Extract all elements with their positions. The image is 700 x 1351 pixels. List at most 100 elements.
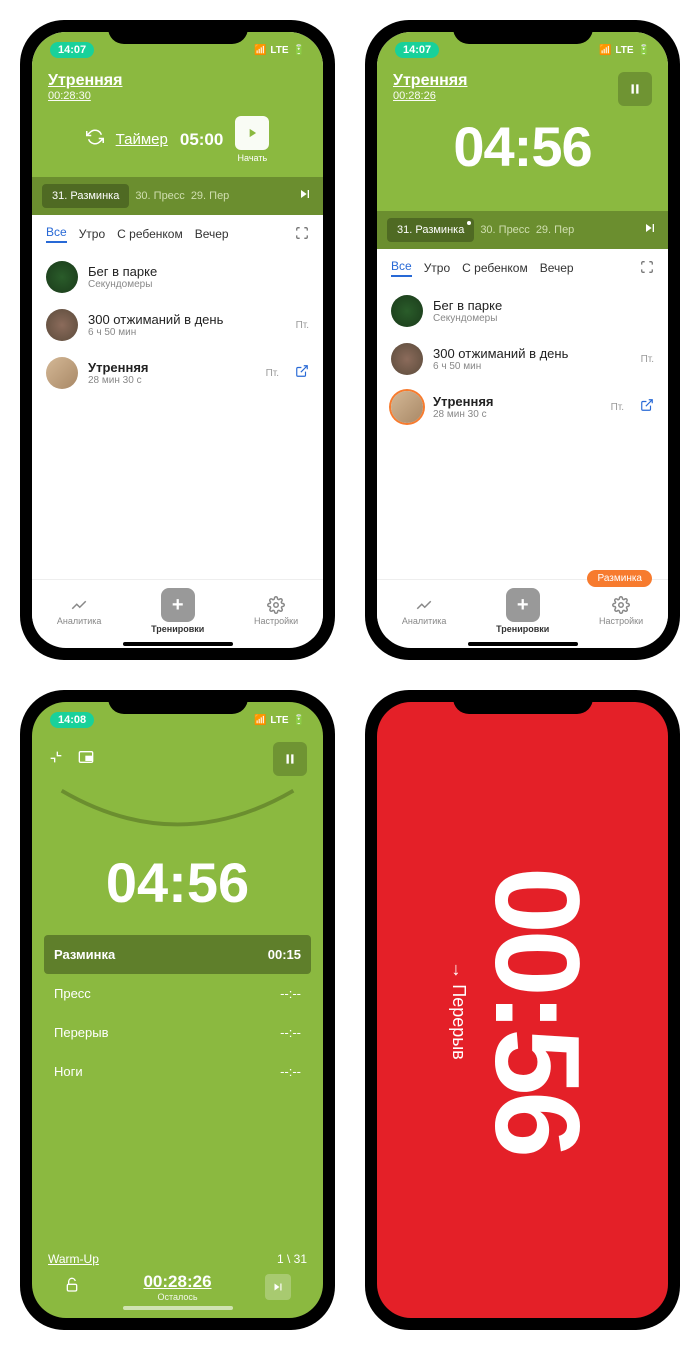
- timer-label[interactable]: Таймер: [116, 131, 168, 148]
- filter-child[interactable]: С ребенком: [117, 227, 183, 241]
- nav-settings[interactable]: Настройки: [254, 596, 298, 626]
- remaining-time: 00:28:26: [143, 1272, 211, 1292]
- list-item[interactable]: 300 отжиманий в день 6 ч 50 мин Пт.: [32, 301, 323, 349]
- notch: [108, 690, 248, 714]
- phone-1: 14:07 📶 LTE 🔋 Утренняя 00:28:30 Таймер 0…: [20, 20, 335, 660]
- rest-screen[interactable]: 00:56 → Перерыв: [377, 702, 668, 1318]
- filter-morning[interactable]: Утро: [424, 261, 450, 275]
- add-button[interactable]: +: [161, 588, 195, 622]
- status-time: 14:07: [395, 42, 439, 58]
- exercise-row[interactable]: Разминка 00:15: [44, 935, 311, 974]
- item-meta: Пт.: [266, 368, 279, 379]
- exercise-row[interactable]: Перерыв --:--: [44, 1013, 311, 1052]
- open-icon[interactable]: [295, 364, 309, 383]
- notch: [453, 690, 593, 714]
- tab-3[interactable]: 29. Пер: [536, 224, 575, 236]
- tab-active[interactable]: 31. Разминка: [387, 218, 474, 242]
- signal-icon: 📶: [254, 715, 266, 726]
- list-item[interactable]: Утренняя 28 мин 30 с Пт.: [377, 383, 668, 431]
- filter-evening[interactable]: Вечер: [540, 261, 574, 275]
- exercise-name: Ноги: [54, 1064, 83, 1079]
- list-item[interactable]: Утренняя 28 мин 30 с Пт.: [32, 349, 323, 397]
- nav-analytics[interactable]: Аналитика: [402, 596, 447, 626]
- exercise-row[interactable]: Ноги --:--: [44, 1052, 311, 1091]
- item-sub: 28 мин 30 с: [88, 375, 256, 386]
- exercise-time: --:--: [280, 1025, 301, 1040]
- next-exercise: → Перерыв: [448, 867, 469, 1154]
- exercise-list: Разминка 00:15 Пресс --:-- Перерыв --:--…: [32, 935, 323, 1091]
- list-item[interactable]: Бег в парке Секундомеры: [377, 287, 668, 335]
- exercise-name: Перерыв: [54, 1025, 109, 1040]
- tab-3[interactable]: 29. Пер: [191, 190, 230, 202]
- fullscreen-icon[interactable]: [295, 226, 309, 243]
- status-time: 14:08: [50, 712, 94, 728]
- filter-all[interactable]: Все: [391, 259, 412, 277]
- workout-title[interactable]: Утренняя: [48, 72, 307, 90]
- tab-2[interactable]: 30. Пресс: [135, 190, 185, 202]
- exercise-name: Пресс: [54, 986, 91, 1001]
- nav-analytics[interactable]: Аналитика: [57, 596, 102, 626]
- exercise-time: --:--: [280, 986, 301, 1001]
- home-indicator[interactable]: [123, 1306, 233, 1310]
- nav-settings[interactable]: Настройки: [599, 596, 643, 626]
- workout-header: Утренняя 00:28:30 Таймер 05:00 Начать: [32, 68, 323, 177]
- nav-workouts[interactable]: + Тренировки: [151, 588, 204, 634]
- filter-bar: Все Утро С ребенком Вечер: [32, 215, 323, 253]
- exercise-tabs: 31. Разминка 30. Пресс 29. Пер: [377, 211, 668, 249]
- list-item[interactable]: Бег в парке Секундомеры: [32, 253, 323, 301]
- status-indicators: 📶 LTE 🔋: [599, 45, 650, 56]
- lock-icon[interactable]: [64, 1277, 80, 1298]
- tab-2[interactable]: 30. Пресс: [480, 224, 530, 236]
- nav-workouts[interactable]: + Тренировки: [496, 588, 549, 634]
- filter-evening[interactable]: Вечер: [195, 227, 229, 241]
- item-title: Утренняя: [88, 360, 256, 375]
- play-button[interactable]: [235, 116, 269, 150]
- item-title: Утренняя: [433, 394, 601, 409]
- filter-morning[interactable]: Утро: [79, 227, 105, 241]
- play-label: Начать: [238, 153, 268, 163]
- home-indicator[interactable]: [123, 642, 233, 646]
- skip-forward-icon[interactable]: [297, 186, 313, 207]
- workout-duration[interactable]: 00:28:30: [48, 90, 307, 102]
- exercise-time: --:--: [280, 1064, 301, 1079]
- item-title: 300 отжиманий в день: [88, 312, 286, 327]
- filter-child[interactable]: С ребенком: [462, 261, 528, 275]
- bottom-nav: Разминка Аналитика + Тренировки Настройк…: [377, 579, 668, 638]
- active-badge[interactable]: Разминка: [587, 570, 652, 587]
- battery-icon: 🔋: [293, 715, 305, 726]
- item-sub: 28 мин 30 с: [433, 409, 601, 420]
- open-icon[interactable]: [640, 398, 654, 417]
- fullscreen-icon[interactable]: [640, 260, 654, 277]
- bottom-nav: Аналитика + Тренировки Настройки: [32, 579, 323, 638]
- item-title: Бег в парке: [88, 264, 309, 279]
- item-sub: 6 ч 50 мин: [433, 361, 631, 372]
- picture-in-picture-icon[interactable]: [78, 749, 94, 770]
- workout-header: Утренняя 00:28:26 04:56: [377, 68, 668, 211]
- pause-button[interactable]: [273, 742, 307, 776]
- add-button[interactable]: +: [506, 588, 540, 622]
- workout-duration[interactable]: 00:28:26: [393, 90, 467, 102]
- minimize-icon[interactable]: [48, 749, 64, 770]
- list-item[interactable]: 300 отжиманий в день 6 ч 50 мин Пт.: [377, 335, 668, 383]
- home-indicator[interactable]: [468, 642, 578, 646]
- refresh-icon[interactable]: [86, 128, 104, 151]
- phone-4: 00:56 → Перерыв: [365, 690, 680, 1330]
- notch: [453, 20, 593, 44]
- status-indicators: 📶 LTE 🔋: [254, 715, 305, 726]
- countdown-timer: 04:56: [393, 106, 652, 197]
- avatar: [391, 343, 423, 375]
- rest-timer: 00:56: [477, 867, 597, 1154]
- filter-all[interactable]: Все: [46, 225, 67, 243]
- phase-label[interactable]: Warm-Up: [48, 1252, 99, 1266]
- notch: [108, 20, 248, 44]
- workout-title[interactable]: Утренняя: [393, 72, 467, 90]
- tab-active[interactable]: 31. Разминка: [42, 184, 129, 208]
- remaining-label: Осталось: [143, 1292, 211, 1302]
- skip-forward-icon[interactable]: [642, 220, 658, 241]
- battery-icon: 🔋: [638, 45, 650, 56]
- next-button[interactable]: [265, 1274, 291, 1300]
- pause-button[interactable]: [618, 72, 652, 106]
- avatar: [46, 309, 78, 341]
- exercise-row[interactable]: Пресс --:--: [44, 974, 311, 1013]
- phone-3: 14:08 📶 LTE 🔋: [20, 690, 335, 1330]
